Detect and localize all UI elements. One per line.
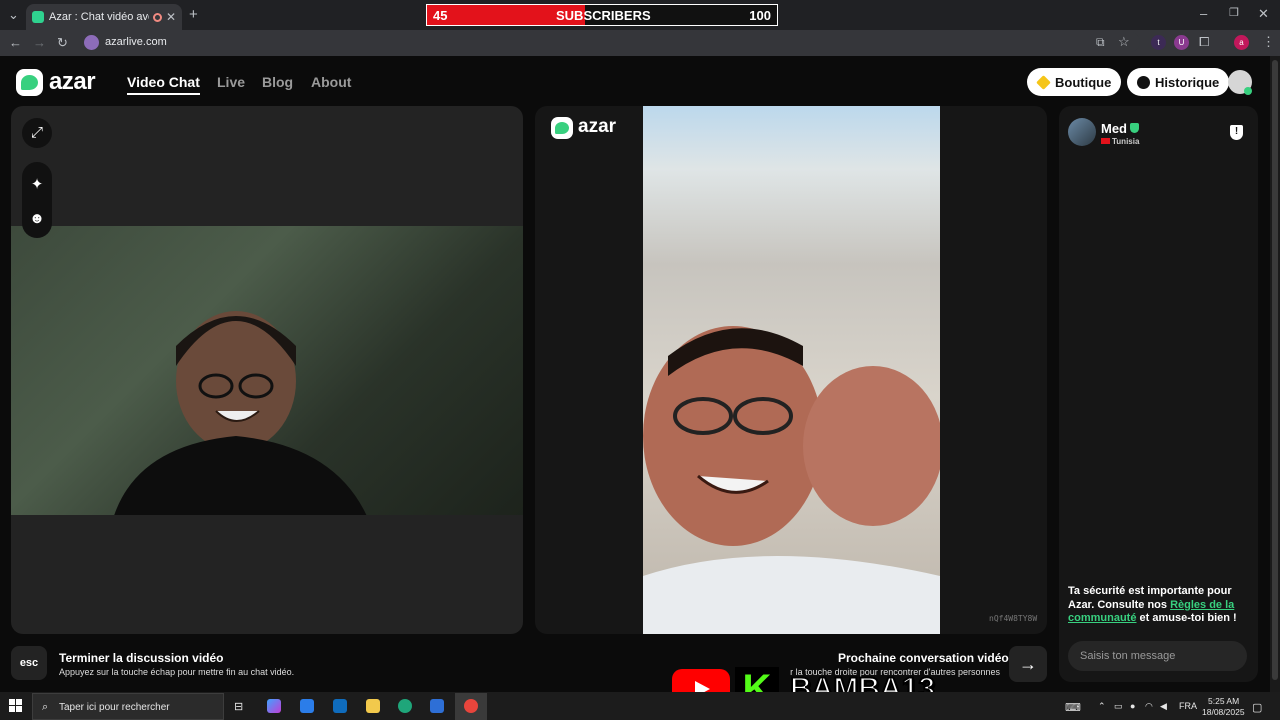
online-status-dot [1244, 87, 1252, 95]
azar-favicon-icon [32, 11, 44, 23]
address-bar[interactable] [80, 32, 1140, 52]
peer-name[interactable]: Med [1101, 121, 1127, 136]
forward-icon[interactable]: → [33, 36, 46, 49]
site-info-icon[interactable] [84, 35, 99, 50]
extension-icon[interactable]: t [1151, 35, 1166, 50]
subscriber-label: SUBSCRIBERS [556, 8, 651, 23]
close-tab-icon[interactable]: ✕ [166, 10, 176, 24]
search-icon: ⌕ [42, 701, 49, 713]
remote-camera-feed [643, 106, 940, 634]
back-icon[interactable]: ← [9, 36, 22, 49]
app-icon[interactable] [430, 699, 444, 713]
bookmark-star-icon[interactable]: ☆ [1118, 35, 1130, 48]
safety-notice: Ta sécurité est importante pour Azar. Co… [1068, 585, 1250, 626]
url-text[interactable]: azarlive.com [105, 36, 167, 48]
gem-icon [1036, 74, 1051, 90]
local-user-silhouette [114, 311, 367, 515]
message-input[interactable] [1068, 641, 1247, 671]
tab-search-icon[interactable]: ⌄ [8, 8, 19, 21]
end-chat-description: Appuyez sur la touche échap pour mettre … [59, 667, 295, 677]
remote-user-silhouette [643, 326, 940, 634]
azar-watermark-icon [551, 117, 573, 139]
microphone-icon[interactable]: ● [1130, 701, 1135, 711]
subscriber-goal-bar: 45 SUBSCRIBERS 100 [426, 4, 778, 26]
sparkle-effects-icon[interactable]: ✦ [22, 170, 52, 200]
notifications-icon[interactable]: ▢ [1252, 701, 1262, 714]
tab-title: Azar : Chat vidéo avec de n [49, 11, 149, 23]
safety-text-post: et amuse-toi bien ! [1136, 612, 1237, 624]
menu-kebab-icon[interactable]: ⋮ [1262, 35, 1275, 48]
clock-icon [1137, 75, 1150, 89]
outlook-icon[interactable] [333, 699, 347, 713]
subscriber-current: 45 [433, 8, 448, 23]
boutique-button[interactable]: Boutique [1027, 68, 1122, 96]
azar-logo-text[interactable]: azar [49, 68, 96, 96]
history-button[interactable]: Historique [1127, 68, 1230, 96]
boutique-label: Boutique [1055, 74, 1112, 90]
subscriber-goal: 100 [749, 8, 771, 23]
azar-watermark-text: azar [578, 116, 617, 137]
restore-icon[interactable]: ❐ [1229, 8, 1239, 19]
next-chat-title: Prochaine conversation vidéo [838, 651, 1009, 665]
file-explorer-icon[interactable] [366, 699, 380, 713]
language-indicator[interactable]: FRA [1179, 701, 1197, 711]
browser-tab[interactable]: Azar : Chat vidéo avec de n ✕ [26, 4, 182, 30]
chrome-icon[interactable] [464, 699, 478, 713]
next-chat-arrow-icon[interactable]: → [1009, 646, 1047, 682]
wifi-icon[interactable]: ◠ [1145, 701, 1153, 712]
peer-country: Tunisia [1112, 137, 1140, 146]
close-window-icon[interactable]: ✕ [1258, 7, 1269, 20]
peer-avatar[interactable] [1068, 118, 1096, 146]
extension-icon[interactable]: U [1174, 35, 1189, 50]
verified-badge-icon [1130, 123, 1139, 133]
install-app-icon[interactable]: ⧉ [1096, 36, 1105, 48]
windows-start-icon[interactable] [9, 699, 22, 712]
expand-icon[interactable]: ⤢ [22, 118, 52, 148]
copilot-icon[interactable] [267, 699, 281, 713]
recording-icon [152, 12, 162, 22]
session-code: nQf4W8TY8W [989, 614, 1038, 623]
edge-icon[interactable] [398, 699, 412, 713]
tunisia-flag-icon [1101, 138, 1110, 144]
reload-icon[interactable]: ↻ [57, 36, 68, 49]
nav-video-chat[interactable]: Video Chat [127, 74, 200, 95]
network-icon[interactable]: ▭ [1114, 701, 1123, 712]
profile-icon[interactable]: a [1234, 35, 1249, 50]
end-chat-title: Terminer la discussion vidéo [59, 651, 224, 665]
nav-blog[interactable]: Blog [262, 74, 293, 90]
scrollbar-thumb[interactable] [1272, 60, 1278, 680]
nav-about[interactable]: About [311, 74, 351, 90]
nav-live[interactable]: Live [217, 74, 245, 90]
new-tab-icon[interactable]: + [189, 7, 198, 22]
clock-date[interactable]: 18/08/2025 [1202, 707, 1245, 717]
face-filter-icon[interactable]: ☻ [22, 204, 52, 234]
clock-time[interactable]: 5:25 AM [1208, 696, 1239, 706]
task-view-icon[interactable]: ⊟ [234, 700, 243, 713]
taskbar-search-placeholder: Taper ici pour rechercher [59, 702, 170, 713]
local-camera-feed [11, 226, 523, 515]
minimize-icon[interactable]: – [1200, 7, 1207, 20]
azar-logo-icon[interactable] [16, 69, 43, 96]
store-icon[interactable] [300, 699, 314, 713]
volume-icon[interactable]: ◀ [1160, 701, 1167, 712]
tray-chevron-icon[interactable]: ⌃ [1098, 701, 1106, 712]
taskbar-search-box[interactable]: ⌕ Taper ici pour rechercher [32, 693, 224, 720]
history-label: Historique [1155, 74, 1220, 90]
report-shield-icon[interactable]: ! [1230, 125, 1243, 140]
keyboard-icon[interactable]: ⌨ [1065, 701, 1081, 714]
end-chat-button[interactable]: esc [11, 646, 47, 680]
extensions-puzzle-icon[interactable]: ⧠ [1199, 35, 1209, 48]
